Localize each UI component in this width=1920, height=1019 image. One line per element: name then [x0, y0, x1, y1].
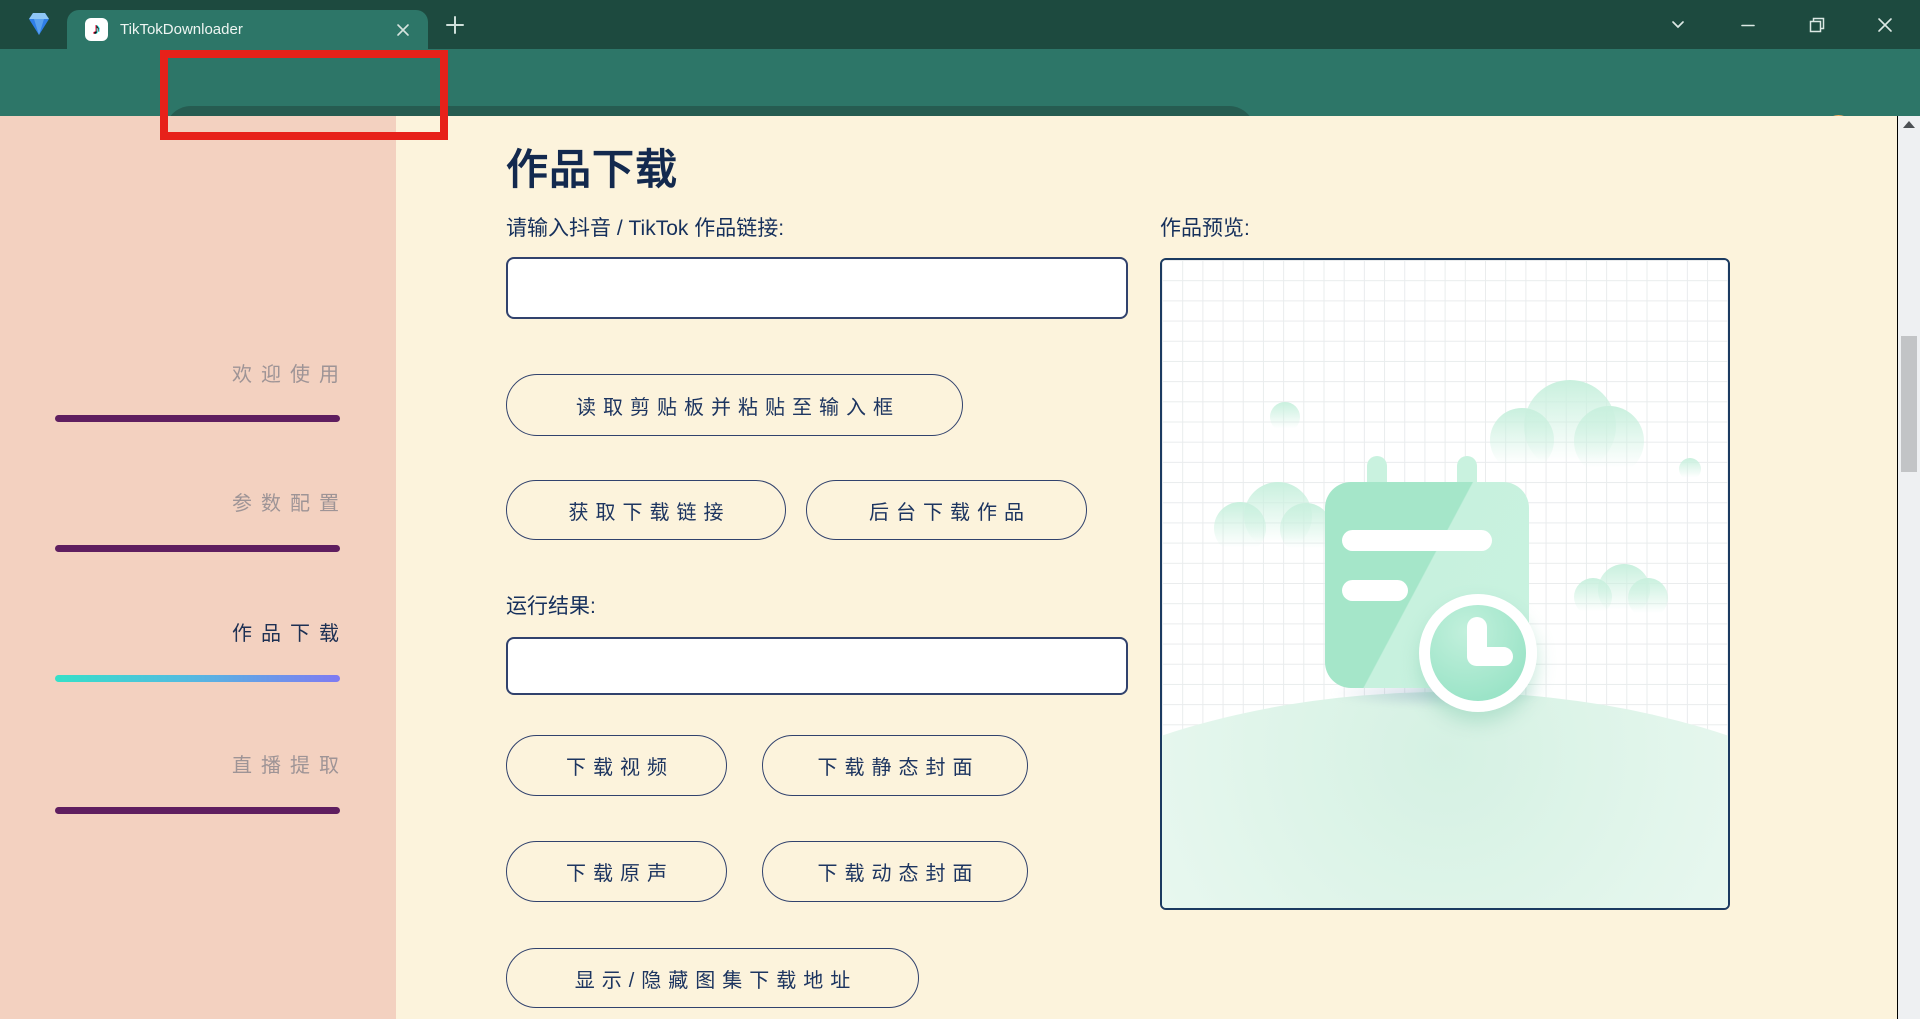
scrollbar-up-arrow[interactable] — [1903, 121, 1915, 128]
cloud-illustration — [1574, 406, 1644, 476]
preview-label: 作品预览: — [1160, 217, 1250, 240]
download-dynamic-cover-button[interactable]: 下载动态封面 — [762, 841, 1028, 902]
restore-button[interactable] — [1794, 0, 1840, 49]
read-clipboard-button[interactable]: 读取剪贴板并粘贴至输入框 — [506, 374, 963, 436]
sidebar-active-line — [55, 675, 340, 682]
dot-illustration — [1679, 458, 1701, 480]
result-input[interactable] — [506, 637, 1128, 695]
sidebar-item-welcome[interactable]: 欢迎使用 — [232, 362, 348, 388]
notepad-text-line — [1342, 580, 1408, 601]
scrollbar-thumb[interactable] — [1901, 336, 1917, 472]
close-window-button[interactable] — [1862, 0, 1908, 49]
annotation-highlight — [160, 50, 448, 140]
browser-tab[interactable]: ♪ TikTokDownloader — [67, 10, 428, 49]
browser-window: ♪ TikTokDownloader 欢迎使用 参数配置 作品下载 直播提取 作… — [0, 0, 1920, 1019]
background-download-button[interactable]: 后台下载作品 — [806, 480, 1087, 540]
cloud-illustration — [1628, 578, 1668, 618]
gem-icon — [29, 13, 49, 35]
page-title: 作品下载 — [506, 146, 679, 193]
download-static-cover-button[interactable]: 下载静态封面 — [762, 735, 1028, 796]
browser-titlebar: ♪ TikTokDownloader — [0, 0, 1920, 49]
minimize-button[interactable] — [1725, 0, 1771, 49]
close-tab-icon[interactable] — [390, 17, 416, 43]
tab-title: TikTokDownloader — [120, 21, 243, 38]
result-label: 运行结果: — [506, 595, 596, 618]
sidebar-item-live[interactable]: 直播提取 — [232, 753, 348, 779]
tab-search-chevron-icon[interactable] — [1655, 0, 1701, 49]
link-input[interactable] — [506, 257, 1128, 319]
hill-illustration — [1162, 692, 1728, 908]
preview-panel — [1160, 258, 1730, 910]
download-audio-button[interactable]: 下载原声 — [506, 841, 727, 902]
sidebar-divider-line — [55, 807, 340, 814]
link-input-label: 请输入抖音 / TikTok 作品链接: — [506, 217, 785, 240]
new-tab-button[interactable] — [442, 12, 468, 38]
notepad-text-line — [1342, 530, 1492, 551]
get-download-link-button[interactable]: 获取下载链接 — [506, 480, 786, 540]
main-content: 作品下载 请输入抖音 / TikTok 作品链接: 读取剪贴板并粘贴至输入框 获… — [396, 116, 1897, 1019]
sidebar: 欢迎使用 参数配置 作品下载 直播提取 — [0, 116, 396, 1019]
scrollbar-track[interactable] — [1898, 116, 1920, 1019]
download-video-button[interactable]: 下载视频 — [506, 735, 727, 796]
sidebar-divider-line — [55, 415, 340, 422]
toggle-gallery-urls-button[interactable]: 显示/隐藏图集下载地址 — [506, 948, 919, 1008]
tiktok-favicon-icon: ♪ — [85, 18, 108, 41]
sidebar-divider-line — [55, 545, 340, 552]
clock-illustration — [1419, 594, 1537, 712]
clock-hand — [1467, 647, 1513, 666]
sidebar-item-settings[interactable]: 参数配置 — [232, 491, 348, 517]
sidebar-item-download[interactable]: 作品下载 — [232, 621, 348, 647]
dot-illustration — [1270, 402, 1300, 432]
